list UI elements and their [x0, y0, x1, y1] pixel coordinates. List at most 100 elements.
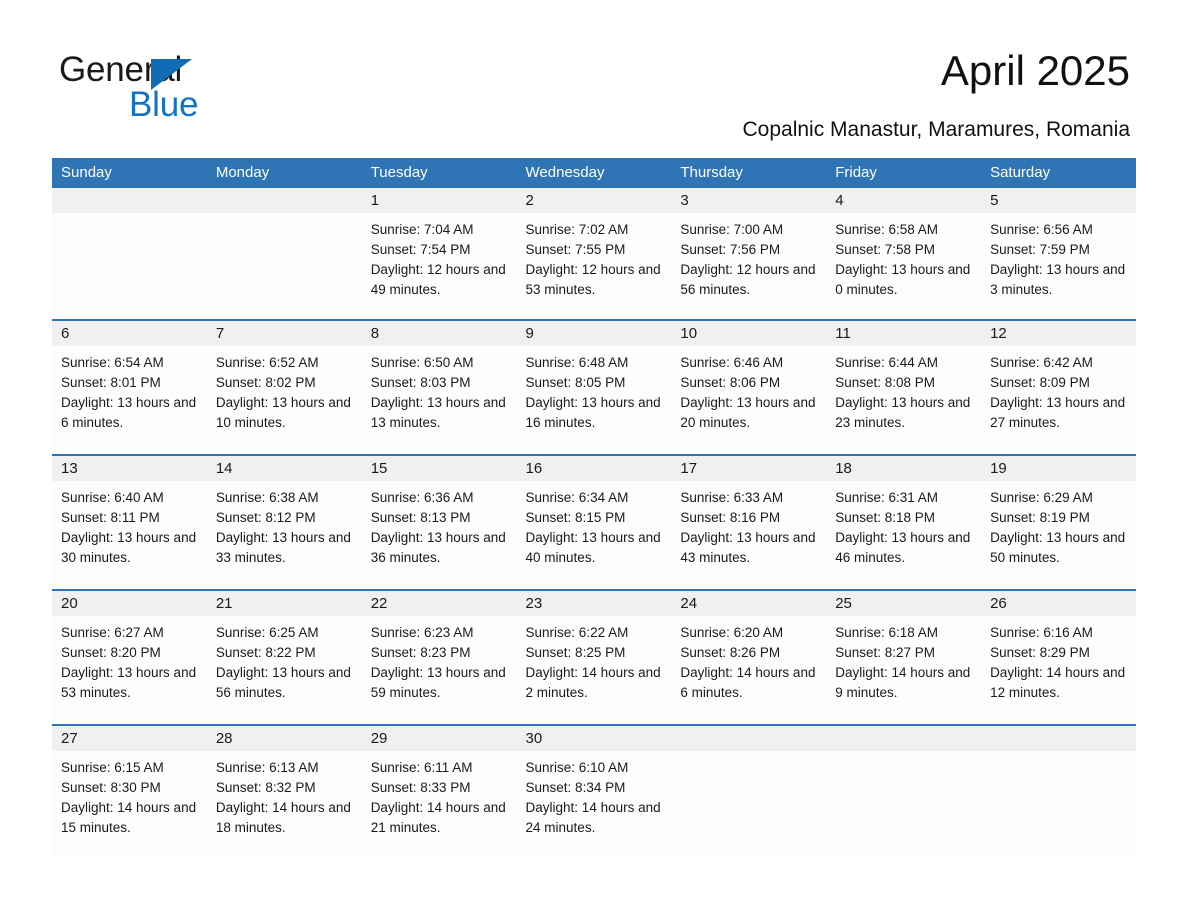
day-details: Sunrise: 6:33 AM Sunset: 8:16 PM Daylight:… [671, 481, 826, 568]
day-number: 18 [826, 456, 982, 481]
calendar-day-cell[interactable]: 11 Sunrise: 6:44 AM Sunset: 8:08 PM Dayligh… [826, 321, 982, 454]
daylight-text: Daylight: 12 hours and 49 minutes. [370, 262, 506, 297]
calendar-day-cell[interactable]: 22 Sunrise: 6:23 AM Sunset: 8:23 PM Dayligh… [361, 591, 517, 724]
day-details: Sunrise: 6:22 AM Sunset: 8:25 PM Daylight:… [517, 616, 672, 703]
day-details: Sunrise: 6:25 AM Sunset: 8:22 PM Daylight:… [207, 616, 362, 703]
calendar-day-cell[interactable]: 29 Sunrise: 6:11 AM Sunset: 8:33 PM Dayligh… [361, 726, 517, 859]
calendar-day-cell[interactable]: 18 Sunrise: 6:31 AM Sunset: 8:18 PM Dayligh… [826, 456, 982, 589]
daylight-text: Daylight: 12 hours and 53 minutes. [525, 262, 661, 297]
day-number [981, 726, 1136, 751]
calendar-week-row: 13 Sunrise: 6:40 AM Sunset: 8:11 PM Dayligh… [52, 454, 1136, 589]
calendar-page: General Blue April 2025 Copalnic Manastu… [0, 0, 1188, 918]
calendar-day-cell[interactable]: 4 Sunrise: 6:58 AM Sunset: 7:58 PM Daylight… [826, 188, 982, 319]
daylight-text: Daylight: 14 hours and 12 minutes. [990, 665, 1126, 700]
sunrise-text: Sunrise: 6:18 AM [835, 625, 939, 640]
day-details: Sunrise: 6:50 AM Sunset: 8:03 PM Daylight:… [362, 346, 517, 433]
daylight-text: Daylight: 14 hours and 15 minutes. [61, 800, 197, 835]
day-number: 21 [206, 591, 362, 616]
day-number [826, 726, 982, 751]
calendar-day-cell[interactable]: 6 Sunrise: 6:54 AM Sunset: 8:01 PM Daylight… [52, 321, 207, 454]
daylight-text: Daylight: 14 hours and 18 minutes. [215, 800, 351, 835]
weekday-header-sunday: Sunday [61, 164, 112, 181]
sunset-text: Sunset: 8:11 PM [61, 510, 160, 525]
day-details: Sunrise: 6:46 AM Sunset: 8:06 PM Daylight:… [671, 346, 826, 433]
calendar-day-cell[interactable]: 30 Sunrise: 6:10 AM Sunset: 8:34 PM Dayligh… [516, 726, 672, 859]
sunrise-text: Sunrise: 6:15 AM [61, 760, 164, 775]
day-number: 10 [671, 321, 827, 346]
calendar-day-cell[interactable]: 8 Sunrise: 6:50 AM Sunset: 8:03 PM Daylight… [361, 321, 517, 454]
calendar-day-cell[interactable]: 5 Sunrise: 6:56 AM Sunset: 7:59 PM Daylight… [981, 188, 1136, 319]
day-details: Sunrise: 6:23 AM Sunset: 8:23 PM Daylight:… [362, 616, 517, 703]
weekday-header-friday: Friday [835, 164, 877, 181]
weekday-header-monday: Monday [215, 164, 270, 181]
page-subtitle: Copalnic Manastur, Maramures, Romania [742, 118, 1131, 141]
sunset-text: Sunset: 8:25 PM [525, 645, 626, 660]
calendar-day-cell[interactable]: 28 Sunrise: 6:13 AM Sunset: 8:32 PM Dayligh… [206, 726, 362, 859]
sunrise-text: Sunrise: 6:52 AM [215, 355, 319, 370]
calendar-day-cell[interactable]: 10 Sunrise: 6:46 AM Sunset: 8:06 PM Dayligh… [671, 321, 827, 454]
daylight-text: Daylight: 13 hours and 0 minutes. [835, 262, 971, 297]
sunset-text: Sunset: 8:18 PM [835, 510, 936, 525]
calendar-day-cell[interactable]: 15 Sunrise: 6:36 AM Sunset: 8:13 PM Dayligh… [361, 456, 517, 589]
daylight-text: Daylight: 13 hours and 53 minutes. [61, 665, 197, 700]
sunset-text: Sunset: 7:58 PM [835, 242, 936, 257]
calendar-day-cell[interactable]: 1 Sunrise: 7:04 AM Sunset: 7:54 PM Daylight… [361, 188, 517, 319]
daylight-text: Daylight: 13 hours and 43 minutes. [680, 530, 816, 565]
day-details: Sunrise: 6:54 AM Sunset: 8:01 PM Daylight:… [52, 346, 207, 433]
calendar-day-cell[interactable]: 20 Sunrise: 6:27 AM Sunset: 8:20 PM Dayligh… [52, 591, 207, 724]
sunset-text: Sunset: 8:16 PM [680, 510, 781, 525]
sunrise-text: Sunrise: 6:20 AM [680, 625, 784, 640]
sunset-text: Sunset: 8:05 PM [525, 375, 626, 390]
daylight-text: Daylight: 13 hours and 13 minutes. [370, 395, 506, 430]
sunrise-text: Sunrise: 6:22 AM [525, 625, 629, 640]
sunrise-text: Sunrise: 6:33 AM [680, 490, 784, 505]
day-number: 16 [516, 456, 672, 481]
day-number: 28 [206, 726, 362, 751]
calendar-day-cell[interactable]: 17 Sunrise: 6:33 AM Sunset: 8:16 PM Dayligh… [671, 456, 827, 589]
day-number: 27 [52, 726, 207, 751]
sunrise-text: Sunrise: 6:38 AM [215, 490, 319, 505]
calendar-day-cell[interactable]: 19 Sunrise: 6:29 AM Sunset: 8:19 PM Dayligh… [981, 456, 1136, 589]
calendar-day-cell[interactable]: 23 Sunrise: 6:22 AM Sunset: 8:25 PM Dayligh… [516, 591, 672, 724]
weekday-header-thursday: Thursday [680, 164, 743, 181]
brand-logo[interactable]: General Blue [59, 50, 319, 126]
calendar-day-cell[interactable]: 13 Sunrise: 6:40 AM Sunset: 8:11 PM Dayligh… [52, 456, 207, 589]
calendar-day-cell[interactable]: 3 Sunrise: 7:00 AM Sunset: 7:56 PM Daylight… [671, 188, 827, 319]
day-number: 1 [361, 188, 517, 213]
day-details: Sunrise: 6:42 AM Sunset: 8:09 PM Daylight:… [981, 346, 1136, 433]
daylight-text: Daylight: 13 hours and 36 minutes. [370, 530, 506, 565]
day-number: 26 [981, 591, 1136, 616]
calendar-day-cell[interactable]: 27 Sunrise: 6:15 AM Sunset: 8:30 PM Dayligh… [52, 726, 207, 859]
day-details: Sunrise: 6:34 AM Sunset: 8:15 PM Daylight:… [517, 481, 672, 568]
calendar-day-cell[interactable]: 9 Sunrise: 6:48 AM Sunset: 8:05 PM Daylight… [516, 321, 672, 454]
calendar-week-cells: 27 Sunrise: 6:15 AM Sunset: 8:30 PM Dayligh… [52, 726, 1136, 859]
day-details: Sunrise: 7:02 AM Sunset: 7:55 PM Daylight:… [517, 213, 672, 300]
sunrise-text: Sunrise: 6:54 AM [61, 355, 164, 370]
sunset-text: Sunset: 8:29 PM [990, 645, 1090, 660]
calendar-cell-empty [981, 726, 1136, 859]
calendar-day-cell[interactable]: 24 Sunrise: 6:20 AM Sunset: 8:26 PM Dayligh… [671, 591, 827, 724]
day-number: 11 [826, 321, 982, 346]
calendar-day-cell[interactable]: 21 Sunrise: 6:25 AM Sunset: 8:22 PM Dayligh… [206, 591, 362, 724]
daylight-text: Daylight: 14 hours and 24 minutes. [525, 800, 661, 835]
daylight-text: Daylight: 13 hours and 3 minutes. [990, 262, 1126, 297]
calendar-day-cell[interactable]: 7 Sunrise: 6:52 AM Sunset: 8:02 PM Daylight… [206, 321, 362, 454]
day-number: 29 [361, 726, 517, 751]
sunrise-text: Sunrise: 6:29 AM [990, 490, 1093, 505]
calendar-week-cells: 20 Sunrise: 6:27 AM Sunset: 8:20 PM Dayligh… [52, 591, 1136, 724]
day-details: Sunrise: 6:52 AM Sunset: 8:02 PM Daylight:… [207, 346, 362, 433]
daylight-text: Daylight: 14 hours and 9 minutes. [835, 665, 971, 700]
calendar-day-cell[interactable]: 2 Sunrise: 7:02 AM Sunset: 7:55 PM Daylight… [516, 188, 672, 319]
calendar-day-cell[interactable]: 26 Sunrise: 6:16 AM Sunset: 8:29 PM Dayligh… [981, 591, 1136, 724]
day-number: 23 [516, 591, 672, 616]
day-number: 4 [826, 188, 982, 213]
calendar-day-cell[interactable]: 14 Sunrise: 6:38 AM Sunset: 8:12 PM Dayligh… [206, 456, 362, 589]
sunset-text: Sunset: 8:12 PM [215, 510, 316, 525]
calendar-day-cell[interactable]: 25 Sunrise: 6:18 AM Sunset: 8:27 PM Dayligh… [826, 591, 982, 724]
day-details: Sunrise: 6:48 AM Sunset: 8:05 PM Daylight:… [517, 346, 672, 433]
calendar-day-cell[interactable]: 12 Sunrise: 6:42 AM Sunset: 8:09 PM Dayligh… [981, 321, 1136, 454]
calendar-day-cell[interactable]: 16 Sunrise: 6:34 AM Sunset: 8:15 PM Dayligh… [516, 456, 672, 589]
sunset-text: Sunset: 8:33 PM [370, 780, 471, 795]
daylight-text: Daylight: 13 hours and 6 minutes. [61, 395, 197, 430]
calendar-cell-empty [52, 188, 207, 319]
